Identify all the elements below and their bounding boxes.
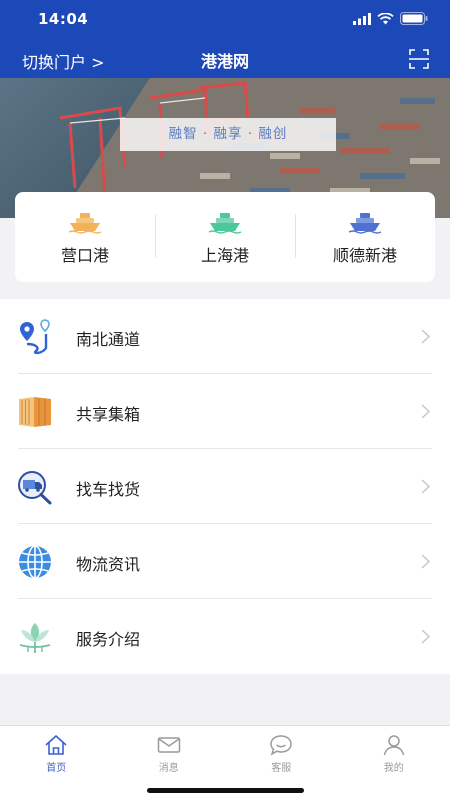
container-icon (19, 397, 51, 427)
menu-label: 服务介绍 (76, 630, 141, 649)
port-label: 上海港 (200, 246, 249, 265)
chevron-right-icon (421, 629, 430, 644)
tab-home[interactable]: 首页 (0, 726, 113, 800)
status-icons (353, 12, 428, 25)
battery-icon (400, 12, 428, 25)
service-menu-list: 南北通道 共享集箱 找车找货 物流资讯 服务介绍 (0, 299, 450, 674)
home-icon (45, 735, 67, 755)
home-indicator (147, 788, 304, 793)
lotus-icon (19, 623, 51, 653)
status-time: 14:04 (38, 10, 89, 28)
tab-label: 消息 (158, 763, 179, 774)
port-label: 顺德新港 (332, 246, 397, 265)
ship-icon (208, 213, 242, 234)
mail-icon (157, 737, 180, 753)
globe-icon (19, 545, 51, 579)
ship-icon (68, 213, 102, 234)
tab-label: 首页 (46, 763, 67, 774)
ports-card: 营口港 上海港 顺德新港 (15, 192, 435, 282)
chevron-right-icon (421, 554, 430, 569)
banner-slogan: 融智 · 融享 · 融创 (120, 118, 336, 151)
tab-label: 客服 (271, 763, 292, 774)
menu-item-logistics-news[interactable]: 物流资讯 (0, 524, 450, 599)
status-bar: 14:04 (0, 0, 450, 40)
chat-icon (270, 735, 293, 756)
scan-icon[interactable] (408, 48, 430, 70)
menu-label: 共享集箱 (76, 405, 141, 424)
chevron-right-icon (421, 329, 430, 344)
menu-item-north-south-channel[interactable]: 南北通道 (0, 299, 450, 374)
nav-bar: 切换门户 > 港港网 (0, 40, 450, 78)
menu-label: 物流资讯 (76, 555, 141, 574)
app-header: 14:04 切换门户 > 港港网 (0, 0, 450, 78)
menu-item-find-truck-cargo[interactable]: 找车找货 (0, 449, 450, 524)
chevron-right-icon (421, 404, 430, 419)
route-icon (20, 319, 50, 355)
tab-profile[interactable]: 我的 (338, 726, 450, 800)
page-title: 港港网 (200, 52, 249, 71)
ship-icon (348, 213, 382, 234)
menu-item-shared-containers[interactable]: 共享集箱 (0, 374, 450, 449)
signal-icon (353, 12, 371, 25)
port-label: 营口港 (60, 246, 109, 265)
port-item-shanghai[interactable]: 上海港 (155, 192, 295, 282)
chevron-right-icon (421, 479, 430, 494)
menu-label: 找车找货 (76, 480, 141, 499)
wifi-icon (377, 12, 394, 24)
user-icon (383, 735, 404, 756)
tab-label: 我的 (383, 763, 404, 774)
port-item-shunde[interactable]: 顺德新港 (295, 192, 435, 282)
truck-search-icon (18, 471, 52, 505)
port-item-yingkou[interactable]: 营口港 (15, 192, 155, 282)
menu-item-service-intro[interactable]: 服务介绍 (0, 599, 450, 674)
menu-label: 南北通道 (76, 330, 141, 349)
